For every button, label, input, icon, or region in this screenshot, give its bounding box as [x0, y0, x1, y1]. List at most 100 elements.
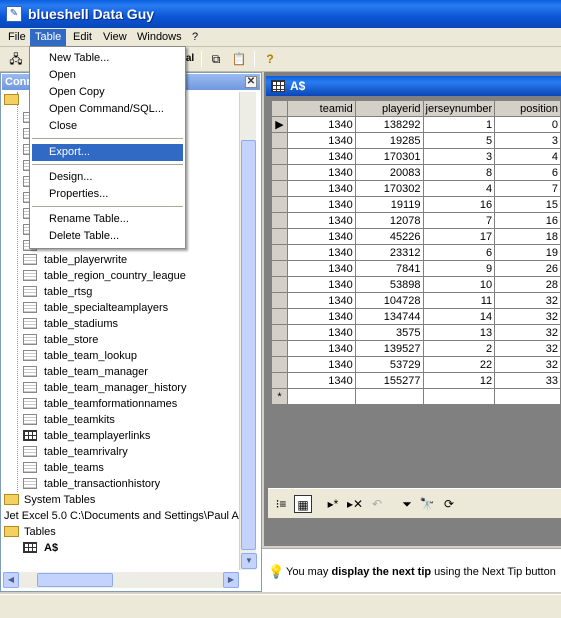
table-cell[interactable]: 138292 [354, 116, 424, 133]
table-row[interactable]: 1340 170302 4 7 [271, 180, 561, 197]
tree-item-table[interactable]: table_rtsg [23, 284, 92, 300]
vertical-scrollbar[interactable]: ▼ [239, 92, 257, 570]
table-cell[interactable]: 4 [422, 180, 496, 197]
table-row[interactable]: 1340 3575 13 32 [271, 324, 561, 341]
menu-view[interactable]: View [98, 29, 132, 46]
menu-windows[interactable]: Windows [132, 29, 187, 46]
table-row[interactable]: 1340 19119 16 15 [271, 196, 561, 213]
scrollbar-thumb[interactable] [37, 573, 113, 587]
table-cell[interactable]: 1340 [286, 292, 356, 309]
table-cell[interactable] [422, 388, 496, 405]
table-row[interactable]: 1340 139527 2 32 [271, 340, 561, 357]
row-selector[interactable] [271, 164, 288, 181]
table-cell[interactable]: 1340 [286, 212, 356, 229]
table-cell[interactable]: 6 [422, 244, 496, 261]
table-cell[interactable]: 13 [422, 324, 496, 341]
table-cell[interactable]: 12 [422, 372, 496, 389]
table-cell[interactable]: 104728 [354, 292, 424, 309]
table-row[interactable]: 1340 19285 5 3 [271, 132, 561, 149]
menu-item-export[interactable]: Export... [32, 144, 183, 161]
table-row[interactable]: 1340 45226 17 18 [271, 228, 561, 245]
new-row[interactable]: * [271, 388, 561, 405]
row-selector[interactable] [271, 308, 288, 325]
tree-item-table[interactable]: table_playerwrite [23, 252, 127, 268]
tree-item-table[interactable]: table_teams [23, 460, 104, 476]
table-cell[interactable]: 155277 [354, 372, 424, 389]
find-icon[interactable]: 🔭 [418, 495, 436, 513]
table-row[interactable]: 1340 170301 3 4 [271, 148, 561, 165]
table-cell[interactable]: 19119 [354, 196, 424, 213]
row-selector[interactable] [271, 212, 288, 229]
table-cell[interactable]: 23312 [354, 244, 424, 261]
table-row[interactable]: 1340 23312 6 19 [271, 244, 561, 261]
paste-icon[interactable]: 📋 [229, 50, 249, 68]
table-cell[interactable]: 1340 [286, 148, 356, 165]
tree-folder-tables[interactable] [4, 92, 24, 108]
table-cell[interactable]: 0 [494, 116, 561, 133]
menu-item-rename-table[interactable]: Rename Table... [32, 211, 183, 228]
table-cell[interactable]: 32 [494, 324, 561, 341]
column-header[interactable]: playerid [354, 100, 424, 117]
table-cell[interactable]: 1340 [286, 228, 356, 245]
tree-item-excel-table[interactable]: A$ [23, 540, 58, 556]
table-cell[interactable]: 32 [494, 340, 561, 357]
row-selector[interactable] [271, 276, 288, 293]
tree-item-table[interactable]: table_teamplayerlinks [23, 428, 150, 444]
tree-folder-tables-excel[interactable]: Tables [4, 524, 56, 540]
table-cell[interactable]: 1340 [286, 324, 356, 341]
table-cell[interactable] [286, 388, 356, 405]
table-cell[interactable]: 1340 [286, 132, 356, 149]
tree-item-table[interactable]: table_team_manager [23, 364, 148, 380]
row-selector[interactable] [271, 196, 288, 213]
horizontal-scrollbar[interactable]: ◀ ▶ [3, 572, 239, 588]
table-cell[interactable]: 45226 [354, 228, 424, 245]
copy-icon[interactable]: ⧉ [206, 50, 226, 68]
table-cell[interactable]: 1340 [286, 244, 356, 261]
table-cell[interactable]: 170302 [354, 180, 424, 197]
table-cell[interactable]: 19285 [354, 132, 424, 149]
menu-item-properties[interactable]: Properties... [32, 186, 183, 203]
row-selector[interactable] [271, 132, 288, 149]
table-cell[interactable]: 1340 [286, 164, 356, 181]
table-row[interactable]: 1340 155277 12 33 [271, 372, 561, 389]
table-cell[interactable] [354, 388, 424, 405]
help-icon[interactable]: ? [260, 50, 280, 68]
table-cell[interactable]: 10 [422, 276, 496, 293]
table-row[interactable]: 1340 20083 8 6 [271, 164, 561, 181]
tree-item-table[interactable]: table_store [23, 332, 98, 348]
table-cell[interactable]: 20083 [354, 164, 424, 181]
table-cell[interactable]: 1340 [286, 276, 356, 293]
table-cell[interactable]: 3 [422, 148, 496, 165]
row-selector[interactable] [271, 292, 288, 309]
tree-item-table[interactable]: table_region_country_league [23, 268, 186, 284]
table-cell[interactable]: 1340 [286, 180, 356, 197]
row-selector[interactable] [271, 228, 288, 245]
table-cell[interactable]: 19 [494, 244, 561, 261]
row-selector[interactable] [271, 180, 288, 197]
table-row[interactable]: 1340 53729 22 32 [271, 356, 561, 373]
table-cell[interactable]: 6 [494, 164, 561, 181]
menu-item-open-copy[interactable]: Open Copy [32, 84, 183, 101]
undo-icon[interactable]: ↶ [368, 495, 386, 513]
table-cell[interactable]: 7 [422, 212, 496, 229]
menu-edit[interactable]: Edit [68, 29, 97, 46]
table-cell[interactable]: 26 [494, 260, 561, 277]
menu-item-close[interactable]: Close [32, 118, 183, 135]
table-cell[interactable] [494, 388, 561, 405]
tree-item-table[interactable]: table_teamrivalry [23, 444, 128, 460]
tree-item-table[interactable]: table_teamformationnames [23, 396, 177, 412]
menu-item-delete-table[interactable]: Delete Table... [32, 228, 183, 245]
tree-item-table[interactable]: table_team_lookup [23, 348, 137, 364]
table-row[interactable]: 1340 104728 11 32 [271, 292, 561, 309]
scroll-right-icon[interactable]: ▶ [223, 572, 239, 588]
column-header[interactable]: position [494, 100, 561, 117]
filter-icon[interactable]: ⏷ [398, 495, 416, 513]
row-selector[interactable] [271, 244, 288, 261]
table-cell[interactable]: 1 [422, 116, 496, 133]
table-cell[interactable]: 17 [422, 228, 496, 245]
row-selector[interactable] [271, 372, 288, 389]
grid-view-icon[interactable]: ▦ [294, 495, 312, 513]
tree-item-table[interactable]: table_teamkits [23, 412, 115, 428]
tree-connection-excel[interactable]: Jet Excel 5.0 C:\Documents and Settings\… [4, 508, 239, 524]
row-selector[interactable]: ▶ [271, 116, 288, 133]
